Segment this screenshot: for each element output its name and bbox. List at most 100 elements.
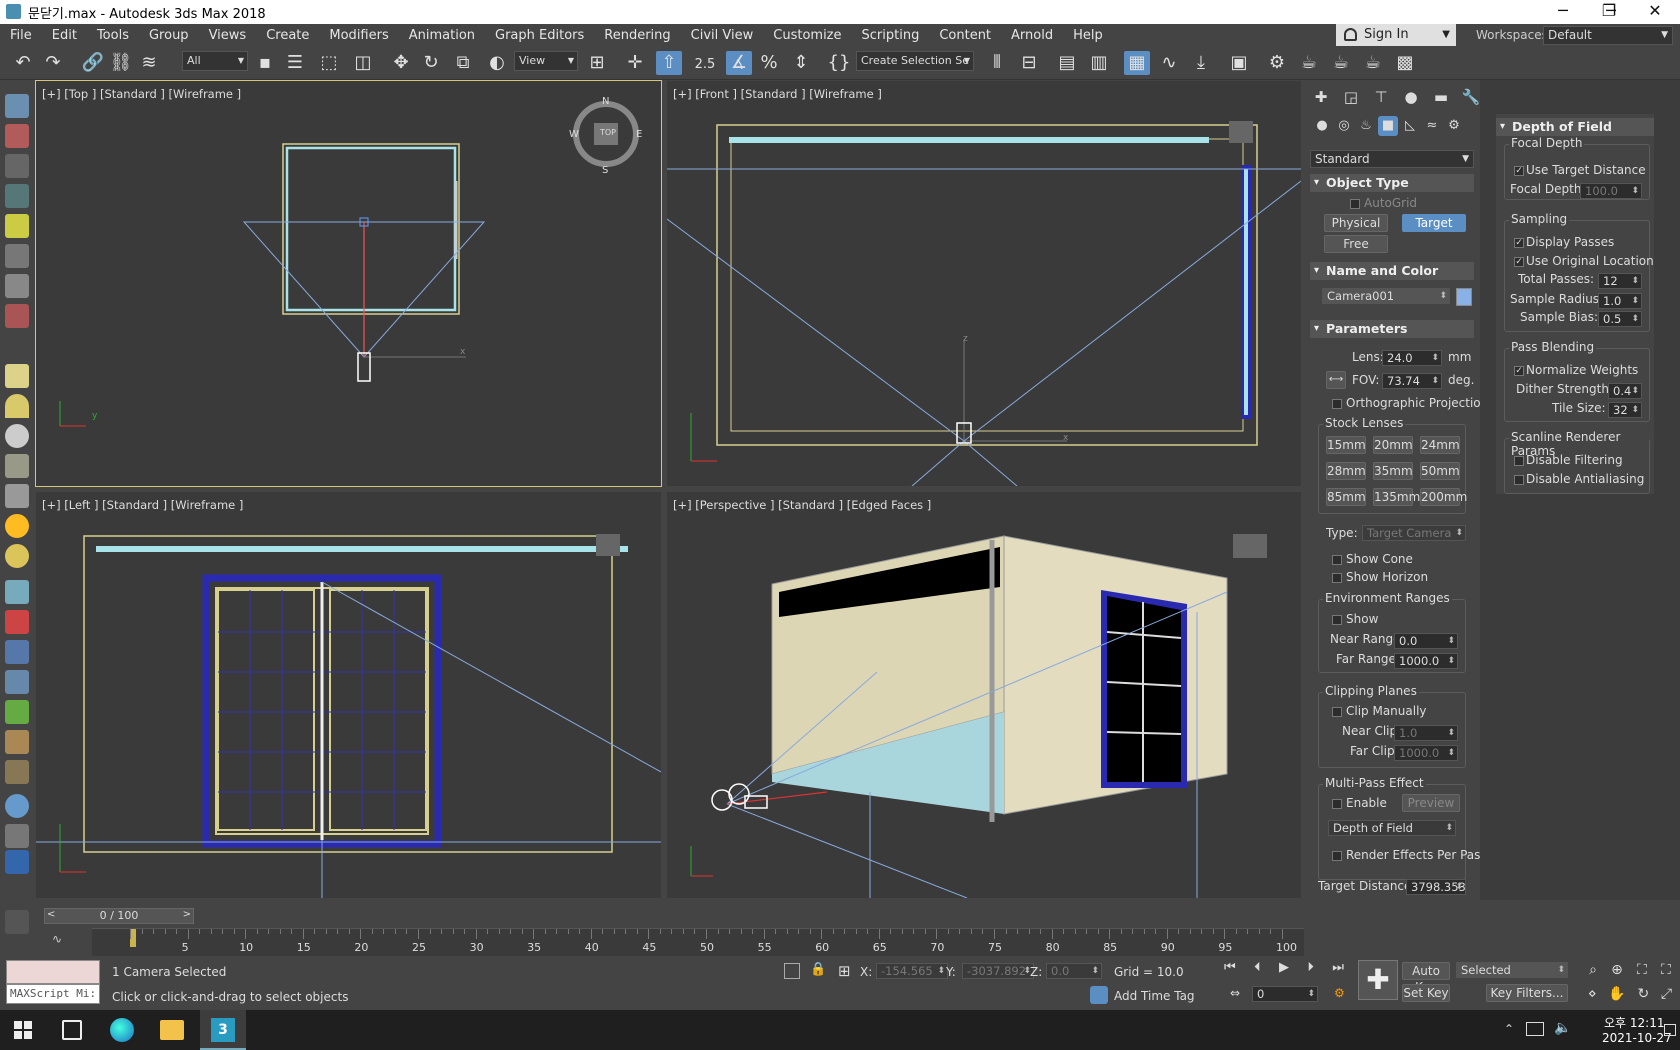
current-frame-input[interactable]: 0 xyxy=(1252,986,1318,1002)
stock-lens-35mm[interactable]: 35mm xyxy=(1373,462,1413,480)
utilities-tab-icon[interactable]: 🔧 xyxy=(1460,86,1482,108)
show-cone-checkbox[interactable] xyxy=(1332,555,1342,565)
orthographic-checkbox[interactable] xyxy=(1332,399,1342,409)
sky-icon[interactable] xyxy=(5,544,29,568)
notification-icon[interactable] xyxy=(1664,1024,1676,1036)
rectangular-selection-icon[interactable]: ⬚ xyxy=(316,51,342,75)
add-time-tag[interactable]: Add Time Tag xyxy=(1114,989,1195,1003)
modify-tab-icon[interactable]: ◲ xyxy=(1340,86,1362,108)
curve-editor-icon[interactable]: ∿ xyxy=(1156,51,1182,75)
close-icon[interactable]: ✕ xyxy=(1632,0,1678,24)
material-icon[interactable] xyxy=(5,124,29,148)
particles-icon[interactable] xyxy=(5,580,29,604)
rotate-icon[interactable]: ↻ xyxy=(418,51,444,75)
menu-item-rendering[interactable]: Rendering xyxy=(594,28,680,43)
time-config-icon[interactable]: ⚙ xyxy=(1334,986,1345,1000)
cameras-icon[interactable]: ■ xyxy=(1378,116,1398,136)
env-show-checkbox[interactable] xyxy=(1332,615,1342,625)
sphere-icon[interactable] xyxy=(5,424,29,448)
motion-tab-icon[interactable]: ● xyxy=(1400,86,1422,108)
y-coordinate[interactable]: -3037.892 xyxy=(962,963,1034,979)
zoom-icon[interactable]: ⌕ xyxy=(1589,962,1597,978)
disable-antialiasing-checkbox[interactable] xyxy=(1514,475,1524,485)
unlink-icon[interactable]: ⛓ xyxy=(108,51,134,75)
light-icon[interactable] xyxy=(5,214,29,238)
go-to-start-icon[interactable]: ⏮ xyxy=(1224,960,1236,980)
ball-icon[interactable] xyxy=(5,794,29,818)
bind-space-warp-icon[interactable]: ≋ xyxy=(136,51,162,75)
time-slider[interactable]: < 0 / 100 > xyxy=(44,908,194,924)
named-selection-sets-dropdown[interactable]: Create Selection Se ▼ xyxy=(856,51,974,71)
curve-icon[interactable]: ∿ xyxy=(52,932,68,948)
dof-parameters-rollout[interactable]: Depth of Field Paramete xyxy=(1496,118,1654,152)
menu-item-edit[interactable]: Edit xyxy=(42,28,87,43)
auto-key-button[interactable]: Auto Key xyxy=(1402,962,1450,994)
create-tab-icon[interactable]: ✚ xyxy=(1310,86,1332,108)
fov-direction-icon[interactable]: ⟷ xyxy=(1326,371,1346,389)
menu-item-modifiers[interactable]: Modifiers xyxy=(319,28,398,43)
menu-item-customize[interactable]: Customize xyxy=(763,28,851,43)
pivot-center-icon[interactable]: ⊞ xyxy=(584,51,610,75)
gear-icon[interactable] xyxy=(5,670,29,694)
time-tag-icon[interactable] xyxy=(1090,986,1108,1004)
task-view-icon[interactable] xyxy=(62,1020,82,1040)
previous-frame-icon[interactable]: ⏴ xyxy=(1254,960,1261,980)
far-clip-spinner[interactable]: 1000.0 xyxy=(1394,745,1458,761)
name-color-rollout[interactable]: Name and Color xyxy=(1310,262,1474,280)
zoom-all-icon[interactable]: ⊕ xyxy=(1611,962,1623,978)
near-range-spinner[interactable]: 0.0 xyxy=(1394,633,1458,649)
normalize-weights-checkbox[interactable]: ✓ xyxy=(1514,366,1524,376)
use-target-distance-checkbox[interactable]: ✓ xyxy=(1514,166,1524,176)
far-range-spinner[interactable]: 1000.0 xyxy=(1394,653,1458,669)
cone-icon[interactable] xyxy=(5,484,29,508)
key-mode-icon[interactable]: ⇔ xyxy=(1230,986,1240,1000)
transform-mode-icon[interactable]: ⊞ xyxy=(838,962,851,980)
viewport-top-label[interactable]: [+] [Top ] [Standard ] [Wireframe ] xyxy=(42,87,241,101)
maxscript-input[interactable]: MAXScript Mi: xyxy=(6,984,100,1004)
multipass-enable-checkbox[interactable] xyxy=(1332,799,1342,809)
dither-strength-spinner[interactable]: 0.4 xyxy=(1608,383,1642,399)
edge-browser-icon[interactable] xyxy=(110,1018,134,1042)
stock-lens-15mm[interactable]: 15mm xyxy=(1326,436,1366,454)
redo-icon[interactable]: ↷ xyxy=(40,51,66,75)
lights-icon[interactable]: ♨ xyxy=(1356,116,1376,136)
grid-icon[interactable] xyxy=(5,184,29,208)
menu-item-help[interactable]: Help xyxy=(1063,28,1113,43)
more-icon[interactable] xyxy=(5,910,29,934)
tray-chevron-icon[interactable]: ⌃ xyxy=(1504,1022,1514,1036)
edit-named-selection-icon[interactable]: {} xyxy=(826,51,852,75)
sign-in-button[interactable]: Sign In ▼ xyxy=(1336,24,1456,46)
stock-lens-50mm[interactable]: 50mm xyxy=(1420,462,1460,480)
display-tab-icon[interactable]: ▬ xyxy=(1430,86,1452,108)
shapes-icon[interactable]: ◎ xyxy=(1334,116,1354,136)
sample-radius-spinner[interactable]: 1.0 xyxy=(1598,293,1642,309)
workspaces-dropdown[interactable]: Default ▼ xyxy=(1543,26,1673,45)
clock-date[interactable]: 2021-10-27 xyxy=(1602,1031,1672,1045)
dome-icon[interactable] xyxy=(5,394,29,418)
helpers-icon[interactable]: ◺ xyxy=(1400,116,1420,136)
scene-icon[interactable] xyxy=(5,824,29,848)
render-setup-icon[interactable]: ⚙ xyxy=(1264,51,1290,75)
render-production-icon[interactable]: ☕ xyxy=(1328,51,1354,75)
display-passes-checkbox[interactable]: ✓ xyxy=(1514,238,1524,248)
menu-item-group[interactable]: Group xyxy=(139,28,199,43)
volume-icon[interactable]: 🔈 xyxy=(1554,1020,1571,1036)
maximize-icon[interactable]: ❐ xyxy=(1586,0,1632,24)
viewport-left-label[interactable]: [+] [Left ] [Standard ] [Wireframe ] xyxy=(42,498,243,512)
grass-icon[interactable] xyxy=(5,700,29,724)
go-to-end-icon[interactable]: ⏭ xyxy=(1332,960,1344,980)
file-explorer-icon[interactable] xyxy=(160,1020,184,1040)
key-mode-select[interactable]: Selected xyxy=(1456,962,1568,978)
sun-icon[interactable] xyxy=(5,514,29,538)
move-icon[interactable]: ✥ xyxy=(388,51,414,75)
target-distance-spinner[interactable]: 3798.353 xyxy=(1406,879,1466,895)
viewport-perspective[interactable]: [+] [Perspective ] [Standard ] [Edged Fa… xyxy=(667,492,1301,898)
stock-lens-85mm[interactable]: 85mm xyxy=(1326,488,1366,506)
stock-lens-200mm[interactable]: 200mm xyxy=(1420,488,1467,506)
menu-item-graph-editors[interactable]: Graph Editors xyxy=(485,28,594,43)
reference-coordinate-dropdown[interactable]: View ▼ xyxy=(514,51,578,71)
lock-icon[interactable]: 🔒 xyxy=(810,962,826,977)
helper-icon[interactable] xyxy=(5,274,29,298)
teapot-icon[interactable] xyxy=(5,94,29,118)
viewcube-top-label[interactable]: TOP xyxy=(600,128,616,137)
